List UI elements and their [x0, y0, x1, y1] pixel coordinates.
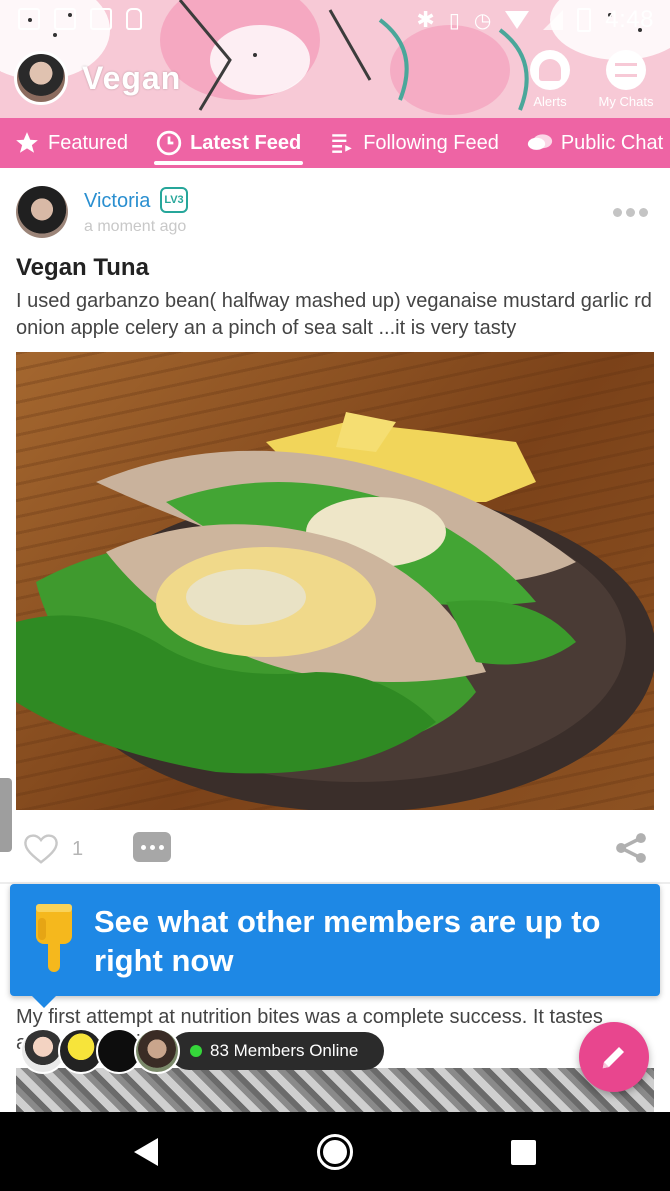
user-avatar[interactable] [14, 51, 68, 105]
feed-tabs: Featured Latest Feed Following Feed Publ… [0, 118, 670, 168]
home-icon[interactable] [317, 1134, 353, 1170]
signal-icon [543, 10, 564, 30]
share-icon[interactable] [614, 830, 648, 866]
flipboard-icon [54, 8, 76, 30]
lock-icon [126, 8, 142, 30]
pointing-hand-icon [36, 904, 72, 972]
member-avatar[interactable] [134, 1028, 180, 1074]
status-bar: ✱ ▯ ◷ 4:48 [0, 0, 670, 40]
compose-button[interactable] [579, 1022, 649, 1092]
bluetooth-icon: ✱ [416, 7, 435, 32]
community-title: Vegan [82, 60, 182, 96]
bell-icon [539, 59, 561, 81]
tab-latest-feed-label: Latest Feed [190, 131, 302, 154]
author-avatar[interactable] [16, 186, 68, 238]
notification-icon [18, 8, 40, 30]
tab-featured[interactable]: Featured [0, 118, 142, 168]
online-indicator-icon [190, 1045, 202, 1057]
author-name[interactable]: Victoria [84, 190, 150, 213]
comment-icon[interactable] [133, 832, 171, 862]
tab-following-feed[interactable]: Following Feed [315, 118, 513, 168]
recents-icon[interactable] [511, 1140, 536, 1165]
level-badge: LV3 [160, 187, 188, 213]
post-image[interactable] [16, 352, 654, 810]
chat-icon [615, 63, 637, 77]
alerts-button[interactable]: Alerts [510, 50, 590, 109]
battery-icon [577, 8, 592, 32]
like-count: 1 [72, 838, 84, 860]
online-members-bar[interactable]: 83 Members Online [20, 1028, 400, 1076]
tab-latest-feed[interactable]: Latest Feed [142, 118, 315, 168]
post-timestamp: a moment ago [84, 218, 187, 235]
tab-public-chat-label: Public Chat [560, 131, 664, 154]
post-title[interactable]: Vegan Tuna [16, 254, 149, 282]
my-chats-button[interactable]: My Chats [586, 50, 666, 109]
clock-icon [156, 130, 182, 156]
post-excerpt[interactable]: I used garbanzo bean( halfway mashed up)… [16, 288, 658, 342]
my-chats-label: My Chats [598, 94, 654, 109]
online-members-pill[interactable]: 83 Members Online [170, 1032, 384, 1070]
members-tooltip[interactable]: See what other members are up to right n… [10, 884, 660, 1008]
community-header: ✱ ▯ ◷ 4:48 Vegan Alerts My Chats [0, 0, 670, 118]
tab-following-feed-label: Following Feed [363, 131, 499, 154]
pita-sandwich-photo [16, 412, 654, 810]
post-actions: 1 [0, 818, 670, 878]
heart-icon[interactable] [22, 830, 60, 866]
tooltip-message: See what other members are up to right n… [94, 904, 601, 978]
wifi-icon [505, 11, 530, 29]
more-options-icon[interactable] [613, 208, 648, 217]
back-icon[interactable] [134, 1138, 158, 1166]
tab-featured-label: Featured [48, 131, 129, 154]
pencil-icon [602, 1047, 624, 1069]
system-nav-bar [0, 1112, 670, 1191]
tab-public-chat[interactable]: Public Chat [513, 118, 670, 168]
status-time: 4:48 [605, 6, 654, 33]
list-icon [329, 130, 355, 156]
star-icon [14, 130, 40, 156]
online-members-label: 83 Members Online [210, 1041, 359, 1060]
alarm-icon: ◷ [473, 9, 492, 32]
chat-bubble-icon [527, 130, 553, 156]
alerts-label: Alerts [533, 94, 567, 109]
image-icon [90, 8, 112, 30]
vibrate-icon: ▯ [448, 9, 460, 32]
drawer-handle[interactable] [0, 778, 12, 852]
